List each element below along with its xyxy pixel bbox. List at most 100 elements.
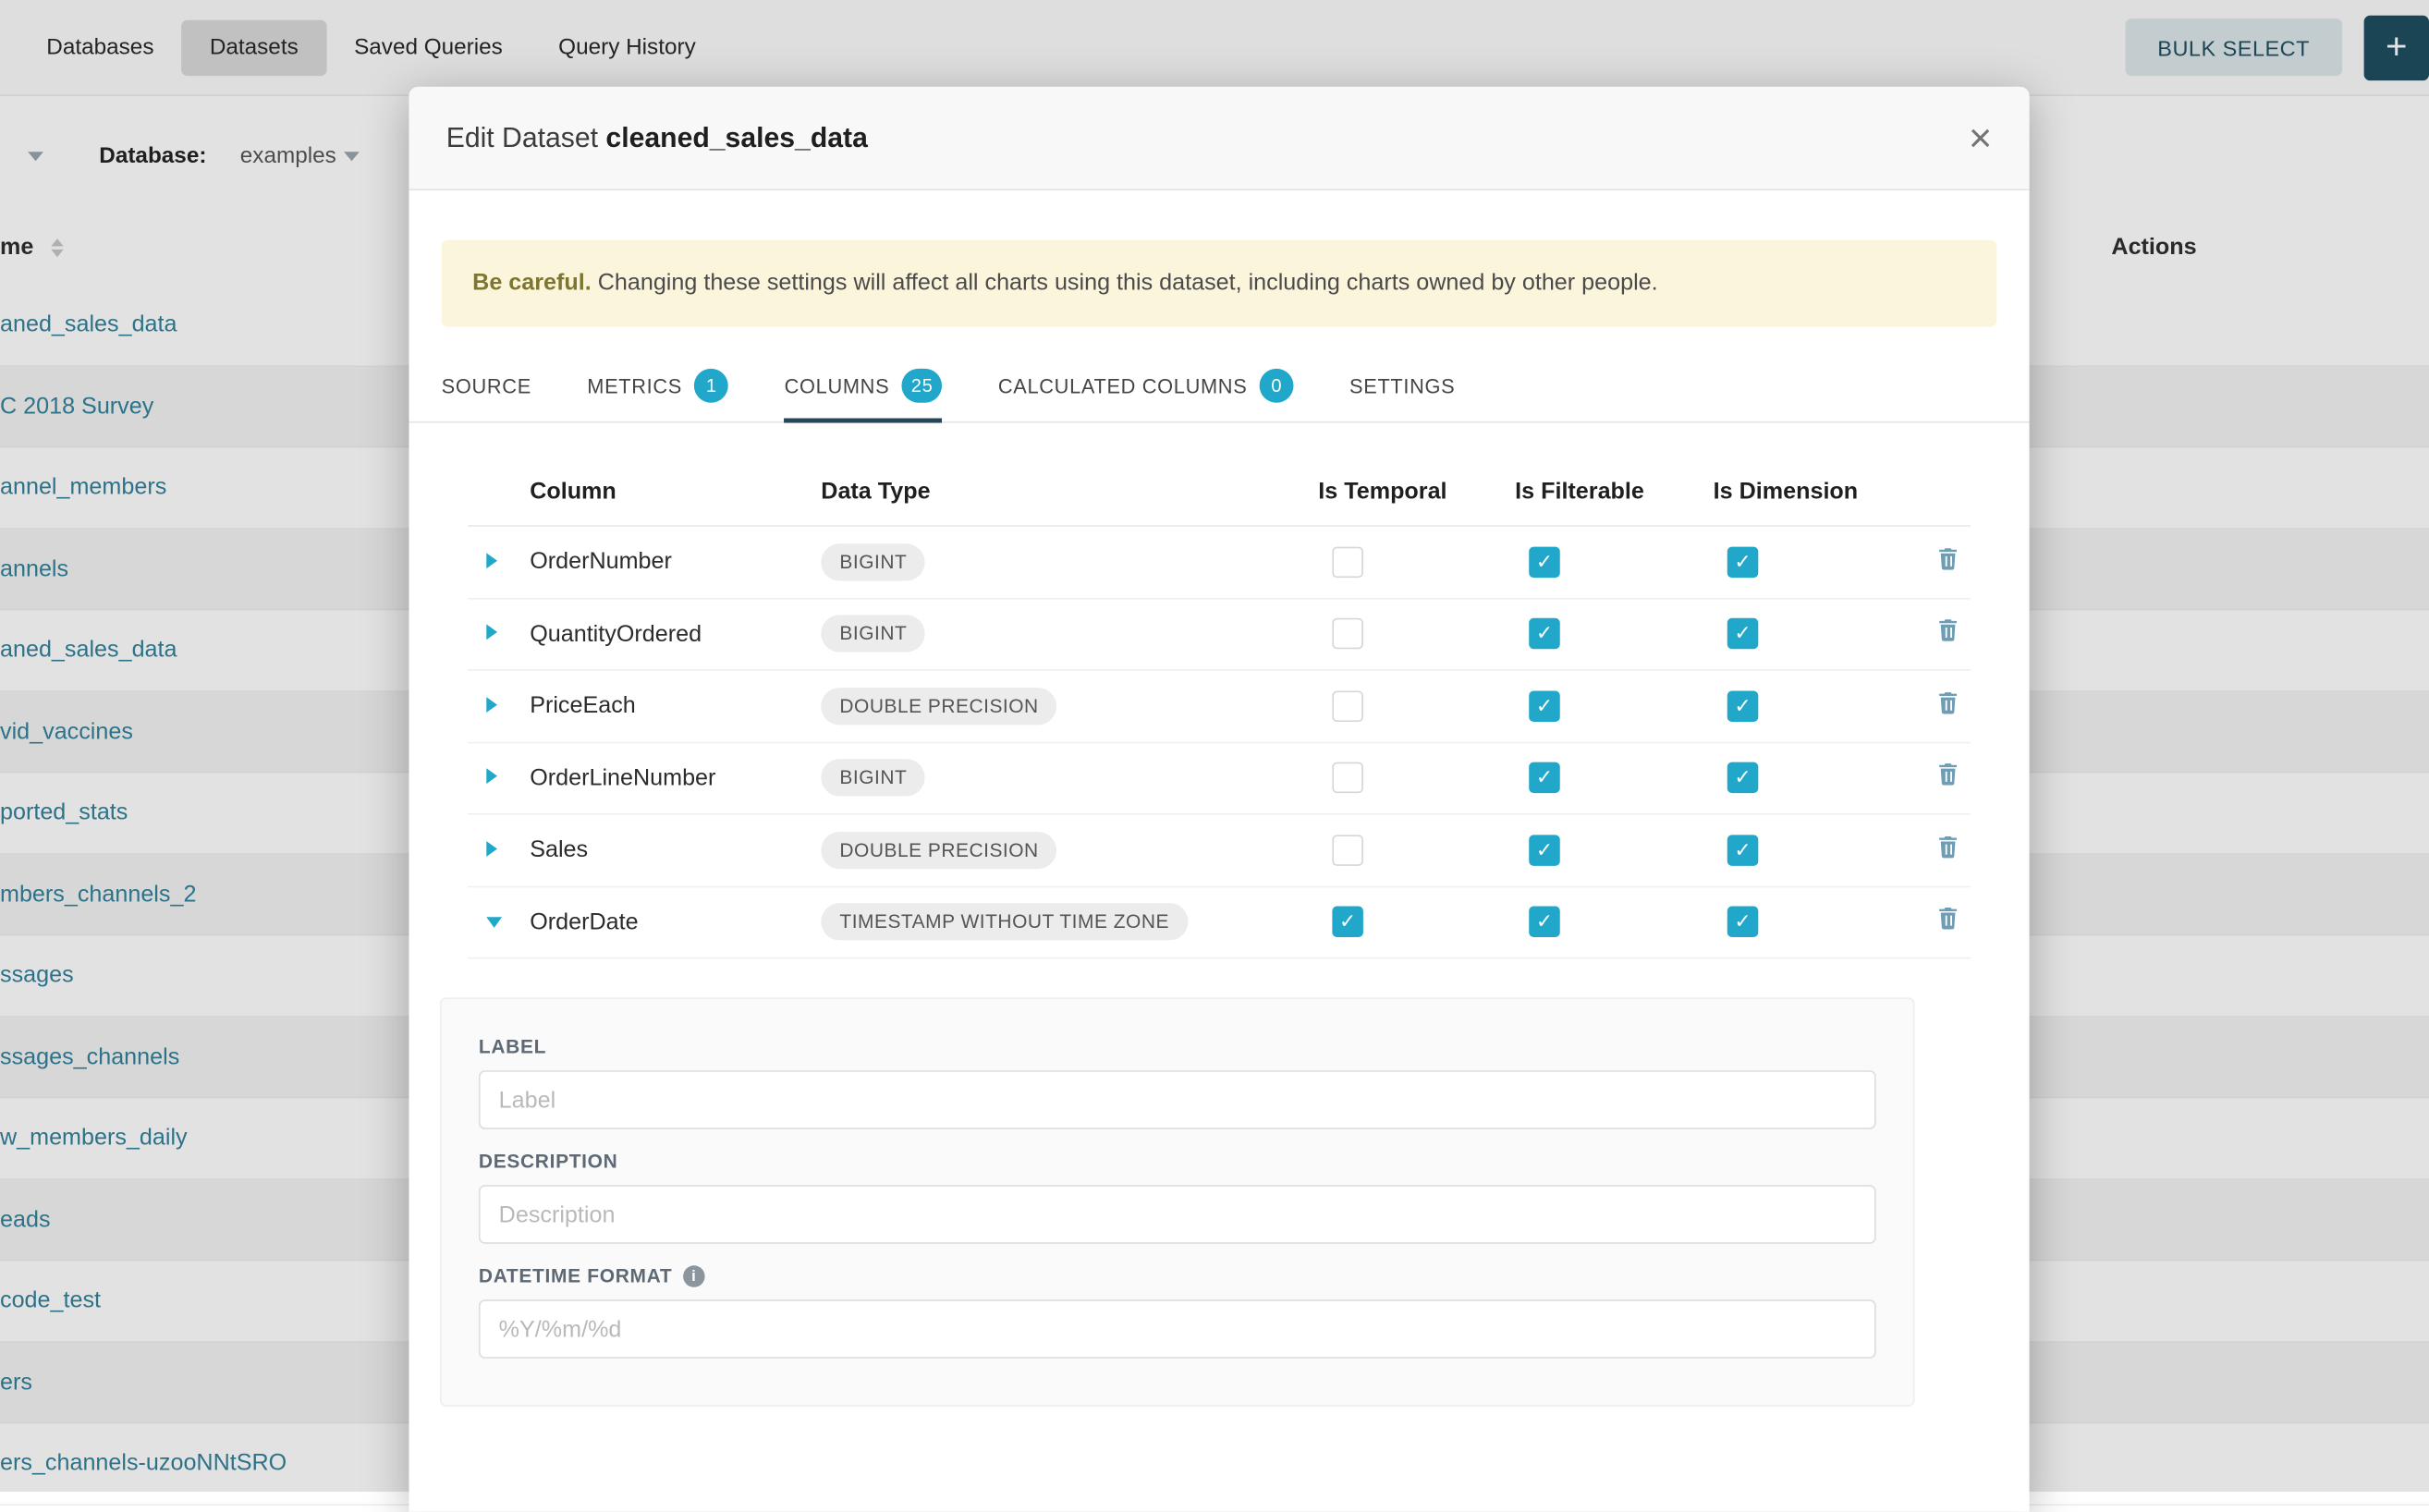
datetime-format-input[interactable] — [479, 1299, 1876, 1359]
is-filterable-checkbox[interactable] — [1529, 907, 1560, 938]
caret-cell — [468, 620, 530, 648]
filterable-cell — [1515, 618, 1714, 650]
column-type-badge: TIMESTAMP WITHOUT TIME ZONE — [821, 904, 1188, 941]
is-temporal-checkbox[interactable] — [1332, 762, 1363, 794]
warning-bold-text: Be careful. — [472, 270, 592, 296]
expand-caret-icon[interactable] — [486, 841, 497, 857]
trash-cell — [1936, 546, 1971, 578]
tab-label: SETTINGS — [1349, 374, 1455, 397]
column-row: Sales DOUBLE PRECISION — [468, 815, 1971, 887]
column-name: OrderDate — [530, 908, 821, 934]
close-icon[interactable]: × — [1969, 117, 1992, 158]
dimension-cell — [1714, 546, 1936, 578]
description-field-group: DESCRIPTION — [479, 1151, 1876, 1244]
delete-column-icon[interactable] — [1936, 690, 1959, 713]
column-row: OrderLineNumber BIGINT — [468, 743, 1971, 815]
tab-count-badge: 1 — [694, 369, 728, 403]
is-temporal-checkbox[interactable] — [1332, 907, 1363, 938]
column-type-badge: DOUBLE PRECISION — [821, 688, 1057, 725]
tab-calculated-columns[interactable]: CALCULATED COLUMNS 0 — [998, 348, 1294, 422]
column-name: OrderLineNumber — [530, 765, 821, 791]
dimension-cell — [1714, 690, 1936, 722]
is-filterable-checkbox[interactable] — [1529, 762, 1560, 794]
type-cell: DOUBLE PRECISION — [821, 688, 1318, 725]
tab-settings[interactable]: SETTINGS — [1349, 348, 1455, 422]
column-name: Sales — [530, 836, 821, 862]
tab-label: COLUMNS — [785, 374, 890, 397]
delete-column-icon[interactable] — [1936, 907, 1959, 930]
column-row: OrderNumber BIGINT — [468, 527, 1971, 599]
delete-column-icon[interactable] — [1936, 835, 1959, 858]
is-dimension-checkbox[interactable] — [1727, 835, 1759, 866]
column-type-badge: BIGINT — [821, 760, 925, 797]
description-input[interactable] — [479, 1185, 1876, 1244]
tab-label: CALCULATED COLUMNS — [998, 374, 1248, 397]
columns-table-body: OrderNumber BIGINT QuantityOrdered BIGIN… — [468, 527, 1971, 959]
delete-column-icon[interactable] — [1936, 618, 1959, 641]
is-dimension-checkbox[interactable] — [1727, 762, 1759, 794]
expand-caret-icon[interactable] — [486, 625, 497, 640]
label-field-group: LABEL — [479, 1036, 1876, 1129]
column-header: Column — [530, 478, 821, 504]
is-dimension-checkbox[interactable] — [1727, 907, 1759, 938]
dimension-cell — [1714, 835, 1936, 866]
expand-caret-icon[interactable] — [486, 553, 497, 568]
filterable-cell — [1515, 690, 1714, 722]
is-filterable-checkbox[interactable] — [1529, 618, 1560, 650]
is-temporal-checkbox[interactable] — [1332, 618, 1363, 650]
trash-cell — [1936, 690, 1971, 722]
is-dimension-checkbox[interactable] — [1727, 546, 1759, 578]
columns-table: Column Data Type Is Temporal Is Filterab… — [468, 457, 1971, 958]
is-temporal-checkbox[interactable] — [1332, 835, 1363, 866]
delete-column-icon[interactable] — [1936, 762, 1959, 786]
column-row: PriceEach DOUBLE PRECISION — [468, 671, 1971, 743]
datetime-format-field-group: DATETIME FORMAT i — [479, 1265, 1876, 1359]
column-type-badge: BIGINT — [821, 616, 925, 652]
is-temporal-checkbox[interactable] — [1332, 546, 1363, 578]
is-temporal-checkbox[interactable] — [1332, 690, 1363, 722]
type-cell: TIMESTAMP WITHOUT TIME ZONE — [821, 904, 1318, 941]
tab-source[interactable]: SOURCE — [442, 348, 531, 422]
temporal-cell — [1318, 907, 1515, 938]
is-filterable-header: Is Filterable — [1515, 478, 1714, 504]
column-type-badge: DOUBLE PRECISION — [821, 832, 1057, 869]
delete-column-icon[interactable] — [1936, 546, 1959, 569]
tab-columns[interactable]: COLUMNS 25 — [785, 348, 943, 422]
app-root: DatabasesDatasetsSaved QueriesQuery Hist… — [0, 0, 2429, 1492]
column-name: OrderNumber — [530, 549, 821, 575]
label-input[interactable] — [479, 1070, 1876, 1129]
tab-metrics[interactable]: METRICS 1 — [587, 348, 728, 422]
edit-dataset-modal: Edit Datasetcleaned_sales_data × Be care… — [409, 87, 2029, 1512]
temporal-cell — [1318, 618, 1515, 650]
warning-banner: Be careful. Changing these settings will… — [442, 240, 1997, 327]
is-filterable-checkbox[interactable] — [1529, 835, 1560, 866]
temporal-cell — [1318, 835, 1515, 866]
label-field-label: LABEL — [479, 1036, 1876, 1057]
tab-count-badge: 25 — [902, 369, 943, 403]
is-dimension-checkbox[interactable] — [1727, 618, 1759, 650]
dimension-cell — [1714, 907, 1936, 938]
expand-caret-icon[interactable] — [486, 769, 497, 785]
filterable-cell — [1515, 835, 1714, 866]
type-cell: BIGINT — [821, 616, 1318, 652]
dimension-cell — [1714, 618, 1936, 650]
caret-cell — [468, 836, 530, 864]
expand-caret-icon[interactable] — [486, 697, 497, 713]
filterable-cell — [1515, 762, 1714, 794]
warning-text: Changing these settings will affect all … — [592, 270, 1658, 296]
info-icon[interactable]: i — [683, 1265, 704, 1286]
tab-label: SOURCE — [442, 374, 531, 397]
data-type-header: Data Type — [821, 478, 1318, 504]
is-filterable-checkbox[interactable] — [1529, 546, 1560, 578]
expand-caret-icon[interactable] — [486, 918, 502, 929]
is-dimension-checkbox[interactable] — [1727, 690, 1759, 722]
is-filterable-checkbox[interactable] — [1529, 690, 1560, 722]
temporal-cell — [1318, 546, 1515, 578]
modal-title-dataset-name: cleaned_sales_data — [605, 122, 867, 153]
caret-cell — [468, 548, 530, 576]
description-field-label: DESCRIPTION — [479, 1151, 1876, 1172]
trash-cell — [1936, 907, 1971, 938]
caret-cell — [468, 692, 530, 720]
modal-title: Edit Datasetcleaned_sales_data — [446, 122, 868, 154]
modal-header: Edit Datasetcleaned_sales_data × — [409, 87, 2029, 190]
